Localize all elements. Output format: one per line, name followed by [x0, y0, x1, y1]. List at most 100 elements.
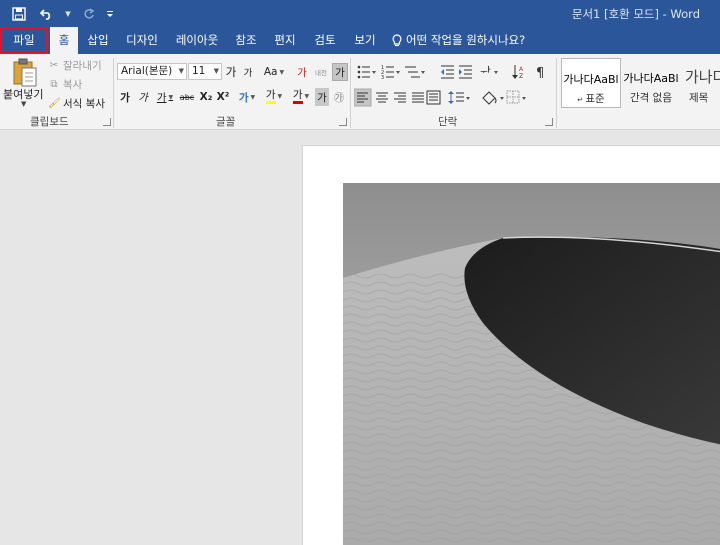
- align-left-icon[interactable]: [354, 88, 372, 107]
- style-no-spacing-name: 간격 없음: [630, 92, 672, 104]
- undo-dropdown-icon[interactable]: ▼: [64, 3, 72, 25]
- chevron-down-icon: ▼: [213, 67, 219, 75]
- style-normal-sample: 가나다AaBl: [563, 73, 619, 86]
- clipboard-group-label: 클립보드: [30, 116, 69, 128]
- italic-button[interactable]: 가: [136, 88, 150, 106]
- font-size-combobox[interactable]: 11 ▼: [188, 63, 222, 80]
- clear-formatting-icon: 가: [297, 66, 307, 79]
- change-case-button[interactable]: Aa ▼: [262, 63, 286, 81]
- tell-me-label: 어떤 작업을 원하시나요?: [406, 33, 526, 47]
- numbering-icon[interactable]: 123: [381, 65, 400, 81]
- tell-me-box[interactable]: 어떤 작업을 원하시나요?: [392, 27, 525, 54]
- grow-font-button[interactable]: 가: [224, 63, 238, 81]
- line-spacing-icon[interactable]: [448, 91, 470, 104]
- enclose-characters-button[interactable]: ㉮: [331, 88, 347, 106]
- ribbon-tabs: 파일 홈 삽입 디자인 레이아웃 참조 편지 검토 보기 어떤 작업을 원하시나…: [0, 27, 720, 54]
- subscript-button[interactable]: X₂: [198, 88, 214, 106]
- tab-design[interactable]: 디자인: [120, 27, 164, 54]
- redo-icon[interactable]: [78, 3, 100, 25]
- tab-insert[interactable]: 삽입: [82, 27, 114, 54]
- tab-references[interactable]: 참조: [230, 27, 262, 54]
- grow-font-icon: 가: [225, 65, 237, 79]
- asian-layout-icon[interactable]: ᆉ: [480, 65, 498, 79]
- paragraph-launcher-icon[interactable]: [545, 118, 553, 126]
- style-no-spacing[interactable]: 가나다AaBl 간격 없음: [621, 58, 681, 108]
- undo-icon[interactable]: [36, 3, 58, 25]
- document-canvas[interactable]: [0, 131, 720, 545]
- tab-file[interactable]: 파일: [0, 27, 48, 54]
- svg-text:ᆉ: ᆉ: [480, 65, 491, 79]
- sand-dune-photo[interactable]: [343, 183, 720, 545]
- tab-view[interactable]: 보기: [348, 27, 382, 54]
- svg-text:Z: Z: [519, 73, 523, 80]
- phonetic-guide-button[interactable]: 내천: [312, 63, 330, 81]
- sort-icon[interactable]: AZ: [512, 65, 524, 80]
- style-no-spacing-sample: 가나다AaBl: [623, 72, 679, 85]
- svg-text:¶: ¶: [536, 66, 544, 81]
- bold-button[interactable]: 가: [118, 88, 132, 106]
- strikethrough-button[interactable]: abc: [178, 88, 196, 106]
- quick-access-toolbar: ▼: [8, 3, 114, 25]
- increase-indent-icon[interactable]: [459, 65, 472, 79]
- text-effects-button[interactable]: 가 ▼: [236, 88, 258, 106]
- tab-mailings[interactable]: 편지: [268, 27, 302, 54]
- tab-review[interactable]: 검토: [308, 27, 342, 54]
- subscript-icon: X₂: [199, 91, 213, 103]
- tab-home[interactable]: 홈: [50, 27, 78, 54]
- font-launcher-icon[interactable]: [339, 118, 347, 126]
- justify-icon[interactable]: [412, 92, 424, 103]
- style-normal[interactable]: 가나다AaBl ↵ 표준: [561, 58, 621, 108]
- strikethrough-icon: abc: [179, 92, 195, 102]
- document-page[interactable]: [302, 145, 720, 545]
- title-bar: ▼ 문서1 [호환 모드] - Word: [0, 0, 720, 27]
- underline-icon: 가: [156, 91, 167, 104]
- character-shading-button[interactable]: 가: [315, 88, 329, 106]
- shading-icon[interactable]: [482, 91, 504, 105]
- italic-icon: 가: [138, 91, 148, 104]
- enclose-characters-icon: ㉮: [333, 91, 345, 104]
- font-name-combobox[interactable]: Arial(본문) ▼: [117, 63, 187, 80]
- align-right-icon[interactable]: [394, 92, 406, 103]
- cut-button[interactable]: ✂ 잘라내기: [48, 58, 102, 73]
- font-name-value: Arial(본문): [121, 65, 173, 77]
- underline-button[interactable]: 가 ▼: [154, 88, 176, 106]
- copy-button[interactable]: ⧉ 복사: [48, 77, 82, 92]
- font-color-button[interactable]: 가 ▼: [289, 87, 313, 105]
- save-icon[interactable]: [8, 3, 30, 25]
- borders-icon[interactable]: [506, 90, 526, 104]
- superscript-icon: X²: [216, 91, 230, 103]
- superscript-button[interactable]: X²: [215, 88, 231, 106]
- font-size-value: 11: [192, 65, 206, 77]
- style-heading[interactable]: 가나다 제목: [681, 58, 720, 108]
- decrease-indent-icon[interactable]: [441, 65, 454, 79]
- multilevel-list-icon[interactable]: [405, 66, 425, 78]
- svg-text:3: 3: [381, 75, 384, 81]
- show-formatting-marks-icon[interactable]: ¶: [536, 66, 544, 81]
- highlighter-icon: 가: [265, 89, 276, 104]
- tab-layout[interactable]: 레이아웃: [170, 27, 224, 54]
- paste-icon[interactable]: [12, 58, 38, 88]
- style-heading-sample: 가나다: [685, 68, 720, 86]
- highlight-color-button[interactable]: 가 ▼: [262, 87, 286, 105]
- clipboard-launcher-icon[interactable]: [103, 118, 111, 126]
- format-painter-button[interactable]: 🖌 서식 복사: [48, 96, 105, 111]
- bold-icon: 가: [120, 91, 130, 104]
- cut-label: 잘라내기: [63, 60, 102, 72]
- phonetic-guide-icon: 내천: [315, 69, 327, 77]
- clear-formatting-button[interactable]: 가: [294, 63, 310, 81]
- text-effects-icon: 가: [238, 91, 249, 104]
- shrink-font-icon: 가: [243, 68, 253, 79]
- paste-dropdown-icon[interactable]: ▼: [21, 100, 26, 108]
- align-center-icon[interactable]: [376, 92, 388, 103]
- window-title: 문서1 [호환 모드] - Word: [571, 7, 700, 21]
- paintbrush-icon: 🖌: [48, 98, 61, 109]
- scissors-icon: ✂: [49, 60, 59, 71]
- shrink-font-button[interactable]: 가: [241, 63, 255, 81]
- group-separator: [556, 58, 557, 128]
- character-border-button[interactable]: 가: [332, 63, 348, 81]
- distributed-icon[interactable]: [426, 90, 441, 105]
- paragraph-group-label: 단락: [438, 116, 458, 128]
- bullets-icon[interactable]: [357, 65, 376, 79]
- copy-label: 복사: [63, 79, 83, 91]
- customize-qat-icon[interactable]: [106, 3, 114, 25]
